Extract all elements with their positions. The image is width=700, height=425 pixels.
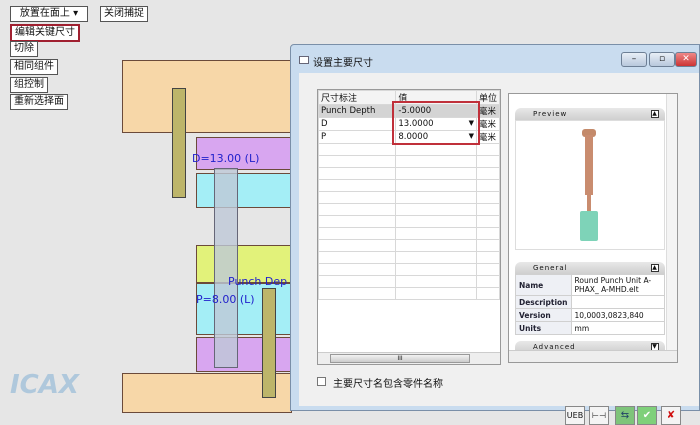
set-main-dimensions-dialog: 设置主要尺寸 – ▫ ✕ 尺寸标注值单位 Punch Depth -5.0000 毫… xyxy=(290,44,700,425)
cancel-button[interactable]: ✘ xyxy=(661,406,681,425)
same-component-button[interactable]: 相同组件 xyxy=(10,59,58,75)
dimension-d[interactable]: D=13.00 (L) xyxy=(192,152,259,165)
dimension-icon: ⊢⊣ xyxy=(592,411,606,420)
general-header[interactable]: General ▲ xyxy=(515,262,665,274)
edit-key-dimensions-button[interactable]: 编辑关键尺寸 xyxy=(10,24,80,42)
general-section: General ▲ Name Round Punch Unit A-PHAX_ A-… xyxy=(515,262,666,335)
preview-image xyxy=(515,120,665,250)
refresh-button[interactable]: ⇆ xyxy=(615,406,635,425)
property-value: Round Punch Unit A-PHAX_ A-MHD.elt xyxy=(570,274,666,296)
punch xyxy=(214,168,238,368)
properties-panel: Preview ▲ General ▲ Name Round Punch Unit A… xyxy=(508,93,678,363)
property-key: Units xyxy=(515,321,572,335)
row-name: Punch Depth xyxy=(317,104,397,118)
chevron-down-icon: ▾ xyxy=(73,8,79,19)
bolt xyxy=(262,288,276,398)
cyan-plate xyxy=(196,173,292,208)
ok-button[interactable]: ✔ xyxy=(637,406,657,425)
minimize-button[interactable]: – xyxy=(621,52,647,67)
scrollbar-thumb[interactable]: III xyxy=(330,354,470,363)
dialog-icon xyxy=(299,56,309,64)
check-icon: ✔ xyxy=(642,410,652,421)
bolt xyxy=(172,88,186,198)
preview-section: Preview ▲ xyxy=(515,108,665,250)
purple-plate-lower xyxy=(196,337,292,372)
column-header[interactable]: 尺寸标注 xyxy=(317,90,397,105)
general-label: General xyxy=(533,264,568,272)
selection-highlight xyxy=(392,101,480,145)
cut-button[interactable]: 切除 xyxy=(10,41,38,57)
property-key: Name xyxy=(515,274,572,296)
collapse-icon[interactable]: ▲ xyxy=(651,264,659,272)
preview-header[interactable]: Preview ▲ xyxy=(515,108,665,120)
include-part-name-checkbox[interactable] xyxy=(317,377,326,386)
top-plate xyxy=(122,60,292,133)
property-key: Version xyxy=(515,308,572,322)
place-on-face-dropdown[interactable]: 放置在面上 ▾ xyxy=(10,6,88,22)
preview-label: Preview xyxy=(533,110,568,118)
maximize-button[interactable]: ▫ xyxy=(649,52,675,67)
dimension-punch-depth[interactable]: Punch Dep xyxy=(228,275,287,288)
row-name: P xyxy=(317,130,397,144)
property-key: Description xyxy=(515,295,572,309)
cyan-plate-lower xyxy=(196,283,292,335)
horizontal-scrollbar[interactable]: III xyxy=(318,352,500,364)
thumb-grip: III xyxy=(397,355,403,362)
property-value: mm xyxy=(570,321,666,335)
dimension-p[interactable]: P=8.00 (L) xyxy=(196,293,255,306)
close-button[interactable]: ✕ xyxy=(675,52,697,67)
x-icon: ✘ xyxy=(666,410,676,421)
dialog-title: 设置主要尺寸 xyxy=(313,58,373,69)
group-control-button[interactable]: 组控制 xyxy=(10,77,48,93)
dropdown-label: 放置在面上 xyxy=(19,8,70,19)
cad-viewport[interactable]: D=13.00 (L) Punch Dep P=8.00 (L) xyxy=(120,58,292,413)
vertical-scrollbar[interactable] xyxy=(666,94,677,350)
include-part-name-label: 主要尺寸名包含零件名称 xyxy=(333,379,443,390)
reselect-face-button[interactable]: 重新选择面 xyxy=(10,94,68,110)
property-value xyxy=(570,295,666,309)
horizontal-scrollbar[interactable] xyxy=(509,350,677,362)
dimension-icon-button[interactable]: ⊢⊣ xyxy=(589,406,609,425)
ueb-button[interactable]: UEB xyxy=(565,406,585,425)
row-name: D xyxy=(317,117,397,131)
close-capture-button[interactable]: 关闭捕捉 xyxy=(100,6,148,22)
watermark-logo: ICAX xyxy=(10,370,79,400)
collapse-icon[interactable]: ▲ xyxy=(651,110,659,118)
ueb-label: UEB xyxy=(566,411,584,420)
property-value: 10,0003,0823,840 xyxy=(570,308,666,322)
